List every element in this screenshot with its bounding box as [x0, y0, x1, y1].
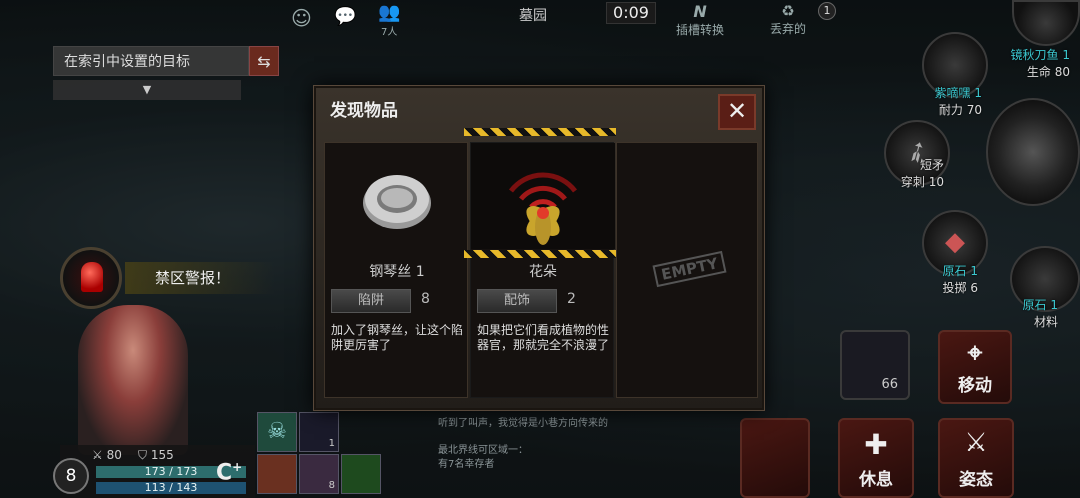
equip-stat: 投掷 6: [942, 281, 978, 295]
found-item-dialog: 发现物品 ✕ 钢琴丝 1 陷阱 8 加入了钢琴丝，让这个陷阱更厉害了 花朵 配饰…: [314, 86, 764, 410]
item-category-tag: 配饰: [477, 289, 557, 313]
item-card-flower[interactable]: 花朵 配饰 2 如果把它们看成植物的性器官，那就完全不浪漫了: [470, 142, 615, 398]
map-icon: ⌖: [967, 338, 983, 368]
main-weapon-dial[interactable]: [986, 98, 1080, 206]
slot-switch-label: 插槽转换: [676, 23, 725, 37]
hazard-stripe-top: [464, 128, 616, 136]
slot-count: 66: [881, 377, 898, 392]
flower-icon: [471, 143, 615, 249]
item-name: 花朵: [529, 264, 557, 280]
item-description: 加入了钢琴丝，让这个陷阱更厉害了: [331, 323, 464, 352]
round-timer: 0:09: [606, 2, 656, 24]
people-icon: 👥: [378, 2, 401, 23]
equip-label-1: 镜秋刀鱼 1 生命 80: [990, 46, 1070, 80]
log-line: 最北界线可区域一：: [438, 445, 528, 456]
equip-name: 短矛: [919, 158, 944, 172]
slot-switch-button[interactable]: N 插槽转换: [676, 2, 724, 38]
skill-slot-slash[interactable]: [257, 454, 297, 494]
equip-name: 原石 1: [1022, 298, 1058, 312]
defense-value: 155: [150, 448, 174, 462]
inventory-slot[interactable]: 66: [840, 330, 910, 400]
skill-slot-5[interactable]: [341, 454, 381, 494]
crossed-swords-icon: ⚔: [964, 428, 988, 458]
emoji-icon[interactable]: ☺: [291, 6, 312, 30]
player-level: 8: [53, 458, 89, 494]
attack-value: 80: [106, 448, 122, 462]
discard-label: 丢弃的: [770, 22, 807, 36]
location-label: 墓园: [519, 8, 547, 24]
dialog-title: 发现物品: [330, 101, 398, 121]
siren-icon: [81, 262, 103, 292]
swap-icon: ⇆: [257, 52, 271, 71]
attack-stat: ⚔ 80: [92, 448, 122, 462]
equip-name: 镜秋刀鱼 1: [1010, 48, 1070, 62]
rest-button[interactable]: ✚ 休息: [838, 418, 914, 498]
move-label: 移动: [958, 376, 992, 396]
craft-plus-button[interactable]: C+: [216, 460, 242, 485]
target-selector[interactable]: 在索引中设置的目标: [53, 46, 249, 76]
skill-slot-2[interactable]: 1: [299, 412, 339, 452]
defense-stat: ⛉ 155: [138, 448, 174, 463]
skull-icon: ☠: [267, 419, 287, 444]
stance-button[interactable]: ⚔ 姿态: [938, 418, 1014, 498]
equip-stat: 穿刺 10: [900, 175, 944, 189]
plus-icon: ✚: [864, 428, 888, 461]
hazard-stripe-bottom: [464, 250, 616, 258]
sword-icon: ⚔: [92, 448, 103, 462]
log-line: 有7名幸存者: [438, 459, 495, 470]
slot-switch-icon: N: [693, 2, 707, 21]
character-portrait[interactable]: [78, 305, 188, 455]
equip-name: 原石 1: [942, 264, 978, 278]
stance-label: 姿态: [959, 470, 993, 490]
equip-label-5: 原石 1 材料: [990, 296, 1058, 330]
discard-badge: 1: [818, 2, 836, 20]
move-button[interactable]: ⌖ 移动: [938, 330, 1012, 404]
skill-count-2: 8: [328, 480, 335, 491]
equip-name: 紫嘀嘿 1: [934, 86, 982, 100]
target-dropdown-toggle[interactable]: ▼: [53, 80, 241, 100]
people-counter[interactable]: 👥 7人: [378, 2, 400, 38]
recycle-icon: ♻: [781, 2, 795, 20]
item-name: 钢琴丝 1: [369, 264, 425, 280]
shield-icon: ⛉: [138, 448, 148, 462]
item-description: 如果把它们看成植物的性器官，那就完全不浪漫了: [477, 323, 610, 352]
equip-stat: 材料: [1033, 315, 1058, 329]
skill-slot-skull[interactable]: ☠: [257, 412, 297, 452]
close-button[interactable]: ✕: [718, 94, 756, 130]
equip-stat: 耐力 70: [938, 103, 982, 117]
item-card-piano-wire[interactable]: 钢琴丝 1 陷阱 8 加入了钢琴丝，让这个陷阱更厉害了: [324, 142, 468, 398]
skill-count: 1: [328, 438, 335, 449]
skill-slot-4[interactable]: 8: [299, 454, 339, 494]
restricted-zone-alert: 禁区警报！: [125, 262, 275, 294]
rest-label: 休息: [859, 470, 893, 490]
equip-stat: 生命 80: [1026, 65, 1070, 79]
people-count: 7人: [381, 27, 398, 38]
equip-label-2: 紫嘀嘿 1 耐力 70: [900, 84, 982, 118]
item-count: 8: [421, 291, 430, 307]
alarm-button[interactable]: [60, 247, 122, 309]
chat-icon[interactable]: 💬: [334, 6, 356, 27]
item-category-tag: 陷阱: [331, 289, 411, 313]
swap-target-button[interactable]: ⇆: [249, 46, 279, 76]
weapon-label: 短矛穿刺 10: [870, 156, 944, 190]
close-icon: ✕: [726, 97, 748, 125]
piano-wire-icon: [325, 143, 469, 249]
equip-label-4: 原石 1 投掷 6: [900, 262, 978, 296]
item-count: 2: [567, 291, 576, 307]
log-line: 听到了叫声，我觉得是小巷方向传来的: [438, 418, 608, 429]
discard-button[interactable]: ♻ 丢弃的: [770, 2, 806, 37]
attack-skill-button[interactable]: [740, 418, 810, 498]
